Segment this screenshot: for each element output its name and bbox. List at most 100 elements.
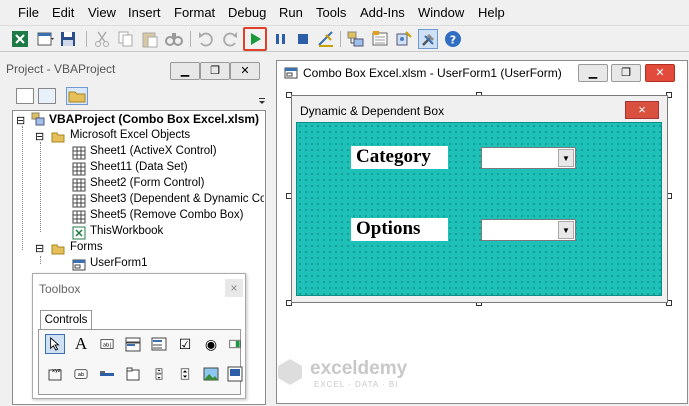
- tree-item-sheet1[interactable]: Sheet1 (ActiveX Control): [90, 145, 217, 157]
- checkbox-tool-icon[interactable]: ☑: [175, 334, 195, 354]
- object-browser-icon[interactable]: [394, 29, 414, 49]
- label-tool-icon[interactable]: A: [71, 334, 91, 354]
- sheet-icon: [72, 178, 86, 192]
- insert-userform-icon[interactable]: [35, 29, 55, 49]
- collapse-forms-icon[interactable]: ⊟: [35, 242, 49, 256]
- userform-close-button[interactable]: ✕: [645, 64, 675, 82]
- find-icon[interactable]: [164, 29, 184, 49]
- copy-icon[interactable]: [116, 29, 136, 49]
- sheet-icon: [72, 210, 86, 224]
- multipage-tool-icon[interactable]: [123, 364, 143, 384]
- refedit-tool-icon[interactable]: [225, 364, 245, 384]
- category-label: Category: [351, 146, 448, 169]
- project-close-button[interactable]: ✕: [230, 62, 260, 80]
- toolbox-window: Toolbox × Controls A ab| ☑ ◉ xyz ab: [32, 273, 246, 399]
- view-object-icon[interactable]: [38, 88, 56, 104]
- menu-add-ins[interactable]: Add-Ins: [360, 5, 405, 20]
- menu-debug[interactable]: Debug: [228, 5, 266, 20]
- menu-file[interactable]: File: [18, 5, 39, 20]
- tab-controls[interactable]: Controls: [40, 310, 92, 330]
- save-icon[interactable]: [58, 29, 78, 49]
- project-explorer-icon[interactable]: [346, 29, 366, 49]
- userform-caption: Dynamic & Dependent Box: [300, 104, 445, 118]
- frame-tool-icon[interactable]: xyz: [45, 364, 65, 384]
- chevron-down-icon[interactable]: ▼: [558, 149, 574, 167]
- tree-item-userform1[interactable]: UserForm1: [90, 257, 148, 269]
- standard-toolbar: ?: [0, 26, 689, 75]
- project-restore-button[interactable]: ❐: [200, 62, 230, 80]
- folder-icon: [51, 130, 65, 144]
- workbook-icon: [72, 226, 86, 240]
- run-button[interactable]: [243, 27, 267, 51]
- textbox-tool-icon[interactable]: ab|: [97, 334, 117, 354]
- menu-help[interactable]: Help: [478, 5, 505, 20]
- svg-text:?: ?: [450, 34, 456, 47]
- menu-format[interactable]: Format: [174, 5, 215, 20]
- redo-icon[interactable]: [220, 29, 240, 49]
- project-minimize-button[interactable]: ▁: [170, 62, 200, 80]
- tabstrip-tool-icon[interactable]: [97, 364, 117, 384]
- listbox-tool-icon[interactable]: [149, 334, 169, 354]
- options-combobox[interactable]: ▼: [481, 219, 576, 241]
- menu-bar: File Edit View Insert Format Debug Run T…: [0, 0, 689, 26]
- reset-icon[interactable]: [293, 29, 313, 49]
- commandbutton-tool-icon[interactable]: ab: [71, 364, 91, 384]
- svg-text:xyz: xyz: [52, 368, 61, 374]
- userform-window-title: Combo Box Excel.xlsm - UserForm1 (UserFo…: [303, 66, 562, 80]
- forms-folder[interactable]: Forms: [70, 241, 103, 253]
- category-combobox[interactable]: ▼: [481, 147, 576, 169]
- userform-restore-button[interactable]: ❐: [611, 64, 641, 82]
- chevron-down-icon[interactable]: ▼: [558, 221, 574, 239]
- image-tool-icon[interactable]: [201, 364, 221, 384]
- tree-item-thisworkbook[interactable]: ThisWorkbook: [90, 225, 163, 237]
- tree-item-sheet11[interactable]: Sheet11 (Data Set): [90, 161, 188, 173]
- break-icon[interactable]: [271, 29, 291, 49]
- select-objects-icon[interactable]: [45, 334, 65, 354]
- paste-icon[interactable]: [140, 29, 160, 49]
- sheet-icon: [72, 162, 86, 176]
- tree-item-sheet2[interactable]: Sheet2 (Form Control): [90, 177, 204, 189]
- toggle-folders-icon[interactable]: [66, 87, 88, 105]
- optionbutton-tool-icon[interactable]: ◉: [201, 334, 221, 354]
- controls-grid: A ab| ☑ ◉ xyz ab: [38, 329, 243, 395]
- properties-window-icon[interactable]: [370, 29, 390, 49]
- menu-window[interactable]: Window: [418, 5, 464, 20]
- tree-item-sheet5[interactable]: Sheet5 (Remove Combo Box): [90, 209, 243, 221]
- exceldemy-logo-icon: [277, 358, 303, 386]
- userform-window-icon: [284, 66, 298, 80]
- watermark-tagline: EXCEL · DATA · BI: [314, 380, 399, 389]
- collapse-root-icon[interactable]: ⊟: [16, 114, 30, 128]
- toolbox-close-button[interactable]: ×: [225, 279, 243, 297]
- menu-insert[interactable]: Insert: [128, 5, 161, 20]
- options-label: Options: [351, 218, 448, 241]
- sheet-icon: [72, 146, 86, 160]
- project-toolbar-overflow-icon[interactable]: [258, 88, 266, 106]
- menu-edit[interactable]: Edit: [52, 5, 74, 20]
- combobox-tool-icon[interactable]: [123, 334, 143, 354]
- tree-item-sheet3[interactable]: Sheet3 (Dependent & Dynamic Coml: [90, 193, 264, 205]
- menu-tools[interactable]: Tools: [316, 5, 346, 20]
- view-code-icon[interactable]: [16, 88, 34, 104]
- project-root-label[interactable]: VBAProject (Combo Box Excel.xlsm): [49, 112, 259, 126]
- vba-project-icon: [31, 112, 45, 126]
- svg-text:ab: ab: [78, 372, 85, 378]
- userform-caption-close-button[interactable]: ×: [625, 101, 659, 119]
- scrollbar-tool-icon[interactable]: [149, 364, 169, 384]
- design-mode-icon[interactable]: [316, 29, 336, 49]
- excel-objects-folder[interactable]: Microsoft Excel Objects: [70, 129, 190, 141]
- menu-view[interactable]: View: [88, 5, 116, 20]
- toolbox-toggle-icon[interactable]: [418, 29, 438, 49]
- help-icon[interactable]: ?: [443, 29, 463, 49]
- cut-icon[interactable]: [92, 29, 112, 49]
- svg-text:ab|: ab|: [103, 343, 112, 349]
- spinbutton-tool-icon[interactable]: [175, 364, 195, 384]
- menu-run[interactable]: Run: [279, 5, 303, 20]
- excel-view-icon[interactable]: [10, 29, 30, 49]
- userform-minimize-button[interactable]: ▁: [578, 64, 608, 82]
- sheet-icon: [72, 194, 86, 208]
- togglebutton-tool-icon[interactable]: [225, 334, 245, 354]
- collapse-excel-objects-icon[interactable]: ⊟: [35, 130, 49, 144]
- undo-icon[interactable]: [196, 29, 216, 49]
- userform-icon: [72, 258, 86, 272]
- toolbox-title: Toolbox: [39, 282, 81, 296]
